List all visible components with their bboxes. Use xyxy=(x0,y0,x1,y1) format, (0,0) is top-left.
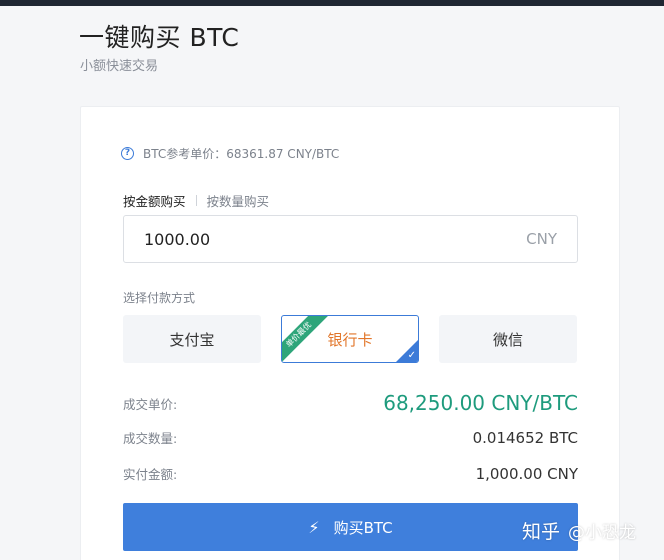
unit-price-row: 成交单价: 68,250.00 CNY/BTC xyxy=(123,391,578,415)
total-row: 实付金额: 1,000.00 CNY xyxy=(123,464,578,483)
payment-option-label: 微信 xyxy=(492,330,523,349)
amount-input[interactable]: 1000.00 CNY xyxy=(123,215,578,263)
payment-options: 支付宝 单价最优 银行卡 ✓ 微信 xyxy=(123,315,577,363)
best-price-badge: 单价最优 xyxy=(282,316,332,362)
tab-by-quantity[interactable]: 按数量购买 xyxy=(207,191,270,210)
page-title: 一键购买 BTC xyxy=(79,23,240,52)
buy-card: ? BTC参考单价：68361.87 CNY/BTC 按金额购买 按数量购买 1… xyxy=(80,106,620,560)
lightning-icon: ⚡ xyxy=(308,517,320,537)
quantity-value: 0.014652 BTC xyxy=(472,428,578,447)
payment-option-wechat[interactable]: 微信 xyxy=(439,315,577,363)
buy-btc-button[interactable]: ⚡ 购买BTC xyxy=(123,503,578,551)
question-circle-icon[interactable]: ? xyxy=(121,147,134,160)
tab-by-amount[interactable]: 按金额购买 xyxy=(123,191,186,210)
reference-price-row: ? BTC参考单价：68361.87 CNY/BTC xyxy=(121,145,339,162)
quantity-label: 成交数量: xyxy=(123,431,178,446)
check-icon: ✓ xyxy=(407,350,416,361)
payment-option-alipay[interactable]: 支付宝 xyxy=(123,315,261,363)
tab-divider xyxy=(195,195,197,206)
quantity-row: 成交数量: 0.014652 BTC xyxy=(123,428,578,447)
watermark-author: @小恐龙 xyxy=(568,523,637,543)
payment-option-label: 银行卡 xyxy=(327,330,373,349)
reference-price-text: BTC参考单价：68361.87 CNY/BTC xyxy=(143,147,340,161)
payment-option-bank-card[interactable]: 单价最优 银行卡 ✓ xyxy=(281,315,419,363)
watermark: 知乎 @小恐龙 xyxy=(522,517,636,544)
total-value: 1,000.00 CNY xyxy=(475,464,578,483)
total-label: 实付金额: xyxy=(123,467,178,482)
amount-unit: CNY xyxy=(526,230,557,248)
top-bar xyxy=(0,0,664,6)
payment-option-label: 支付宝 xyxy=(169,330,215,349)
payment-method-label: 选择付款方式 xyxy=(123,291,196,305)
buy-button-label: 购买BTC xyxy=(333,518,393,537)
page-subtitle: 小额快速交易 xyxy=(80,59,159,74)
unit-price-label: 成交单价: xyxy=(123,396,178,412)
amount-value[interactable]: 1000.00 xyxy=(144,230,210,249)
unit-price-value: 68,250.00 CNY/BTC xyxy=(383,391,578,415)
watermark-brand: 知乎 xyxy=(522,521,561,543)
purchase-mode-tabs: 按金额购买 按数量购买 xyxy=(123,191,269,210)
